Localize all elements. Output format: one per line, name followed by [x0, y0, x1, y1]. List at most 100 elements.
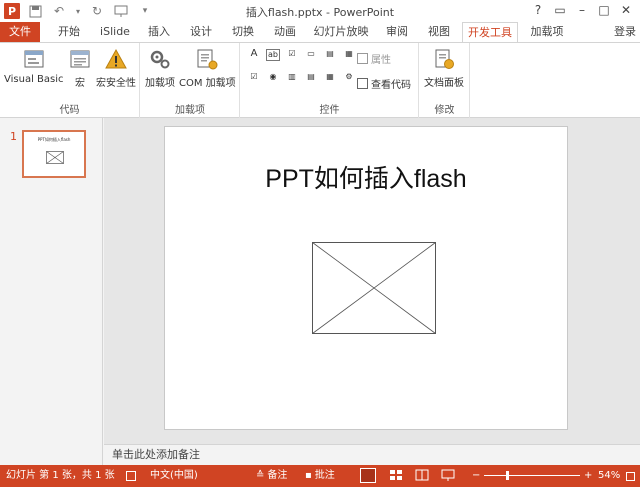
zoom-in-button[interactable]: + [584, 465, 592, 487]
com-addins-button[interactable]: COM 加载项 [179, 47, 236, 89]
group-code-label: 代码 [59, 105, 80, 116]
macro-security-button[interactable]: 宏安全性 [96, 47, 136, 89]
language-indicator[interactable]: 中文(中国) [150, 465, 198, 487]
flash-object-placeholder[interactable] [312, 242, 436, 334]
slide-counter: 幻灯片 第 1 张，共 1 张 [6, 470, 115, 481]
label-control-icon[interactable]: A [247, 49, 261, 61]
tab-home[interactable]: 开始 [52, 22, 86, 42]
notes-toggle-label: 备注 [267, 470, 288, 481]
textbox-control-icon[interactable]: ab [266, 49, 280, 61]
addins-button[interactable]: 加载项 [145, 47, 175, 89]
comments-toggle[interactable]: ▪ 批注 [305, 465, 335, 487]
tab-file[interactable]: 文件 [0, 22, 40, 42]
scrollbar-control-icon[interactable]: ▤ [304, 72, 318, 84]
visual-basic-icon [24, 50, 44, 68]
zoom-slider-thumb[interactable] [506, 471, 510, 480]
gears-icon [150, 50, 170, 69]
zoom-level[interactable]: 54% [598, 465, 620, 487]
close-icon[interactable]: ✕ [616, 1, 636, 19]
view-code-label: 查看代码 [371, 80, 411, 91]
properties-button[interactable]: 属性 [357, 51, 411, 66]
controls-gallery: A ab ☑ ▭ ▤ ▦ ☑ ◉ ▥ ▤ ▦ ⚙ [247, 49, 359, 92]
fit-icon [626, 471, 635, 481]
group-controls-label: 控件 [319, 105, 340, 116]
tab-transitions[interactable]: 切换 [226, 22, 260, 42]
macros-icon [70, 50, 90, 68]
slide-editor: PPT如何插入flash [104, 118, 640, 444]
tab-slideshow[interactable]: 幻灯片放映 [310, 22, 372, 42]
properties-icon [357, 53, 368, 64]
document-panel-button[interactable]: 文档面板 [424, 47, 464, 89]
fit-to-window-icon[interactable] [626, 465, 635, 487]
frame-control-icon[interactable]: ▭ [304, 49, 318, 61]
title-bar: P ↶ ▾ ↻ ▾ 插入flash.pptx - PowerPoint ? ▭ … [0, 0, 640, 22]
slide-thumbnail[interactable]: PPT如何插入flash [22, 130, 86, 178]
ribbon: Visual Basic 宏 宏安全性 代码 加载项 COM 加载项 加载项 A… [0, 42, 640, 118]
notes-icon: ≙ [256, 470, 265, 481]
macro-security-label: 宏安全性 [96, 78, 136, 89]
tab-design[interactable]: 设计 [184, 22, 218, 42]
com-addins-label: COM 加载项 [179, 78, 236, 89]
slide-thumbnails-pane: 1 PPT如何插入flash [0, 118, 103, 465]
addins-label: 加载项 [145, 78, 175, 89]
combobox-control-icon[interactable]: ▦ [342, 49, 356, 61]
thumbnail-placeholder-icon [46, 151, 64, 164]
spell-check-icon [126, 471, 136, 481]
zoom-slider-track[interactable] [484, 475, 580, 476]
tab-insert[interactable]: 插入 [142, 22, 176, 42]
more-controls-icon[interactable]: ⚙ [342, 72, 356, 84]
controls-actions: 属性 查看代码 [357, 51, 411, 91]
com-addins-icon [197, 49, 218, 70]
document-panel-label: 文档面板 [424, 78, 464, 89]
visual-basic-button[interactable]: Visual Basic [4, 47, 64, 85]
listbox-control-icon[interactable]: ▤ [323, 49, 337, 61]
slideshow-view-button[interactable] [440, 468, 456, 483]
image-control-icon[interactable]: ▦ [323, 72, 337, 84]
help-icon[interactable]: ? [528, 1, 548, 19]
thumbnail-number: 1 [10, 130, 17, 143]
tab-animations[interactable]: 动画 [268, 22, 302, 42]
ribbon-display-options-icon[interactable]: ▭ [550, 1, 570, 19]
zoom-out-button[interactable]: − [472, 465, 480, 487]
comments-toggle-label: 批注 [314, 470, 335, 481]
macros-label: 宏 [75, 78, 85, 89]
window-controls: ? ▭ – □ ✕ [528, 1, 636, 19]
checkbox-control-icon[interactable]: ☑ [247, 72, 261, 84]
slideshow-icon [441, 469, 455, 481]
button-control-icon[interactable]: ☑ [285, 49, 299, 61]
group-addins-label: 加载项 [175, 105, 205, 116]
notes-pane[interactable]: 单击此处添加备注 [104, 444, 640, 465]
maximize-icon[interactable]: □ [594, 1, 614, 19]
slide-canvas[interactable]: PPT如何插入flash [164, 126, 568, 430]
minimize-icon[interactable]: – [572, 1, 592, 19]
group-code: Visual Basic 宏 宏安全性 代码 [0, 43, 140, 118]
ribbon-tabs: 文件 开始 iSlide 插入 设计 切换 动画 幻灯片放映 审阅 视图 开发工… [0, 22, 640, 42]
powerpoint-window: P ↶ ▾ ↻ ▾ 插入flash.pptx - PowerPoint ? ▭ … [0, 0, 640, 487]
slide-sorter-view-button[interactable] [388, 468, 404, 483]
slide-sorter-icon [390, 470, 402, 480]
sign-in-link[interactable]: 登录 [614, 22, 636, 42]
reading-view-icon [415, 469, 429, 481]
thumbnail-title: PPT如何插入flash [37, 137, 71, 142]
group-modify-label: 修改 [434, 105, 455, 116]
tab-view[interactable]: 视图 [422, 22, 456, 42]
view-code-button[interactable]: 查看代码 [357, 76, 411, 91]
properties-label: 属性 [371, 55, 391, 66]
tab-developer[interactable]: 开发工具 [462, 22, 518, 42]
spelling-icon[interactable] [126, 465, 136, 487]
status-bar: 幻灯片 第 1 张，共 1 张 中文(中国) ≙ 备注 ▪ 批注 − + 54% [0, 465, 640, 487]
visual-basic-label: Visual Basic [4, 74, 64, 85]
tab-addins[interactable]: 加载项 [524, 22, 570, 42]
warning-icon [105, 48, 127, 69]
tab-review[interactable]: 审阅 [380, 22, 414, 42]
option-button-control-icon[interactable]: ◉ [266, 72, 280, 84]
macros-button[interactable]: 宏 [68, 47, 92, 89]
reading-view-button[interactable] [414, 468, 430, 483]
normal-view-button[interactable] [360, 468, 376, 483]
toggle-control-icon[interactable]: ▥ [285, 72, 299, 84]
slide-title[interactable]: PPT如何插入flash [165, 159, 567, 195]
group-addins: 加载项 COM 加载项 加载项 [141, 43, 240, 118]
tab-islide[interactable]: iSlide [95, 22, 135, 42]
document-panel-icon [435, 49, 454, 69]
notes-toggle[interactable]: ≙ 备注 [256, 465, 287, 487]
